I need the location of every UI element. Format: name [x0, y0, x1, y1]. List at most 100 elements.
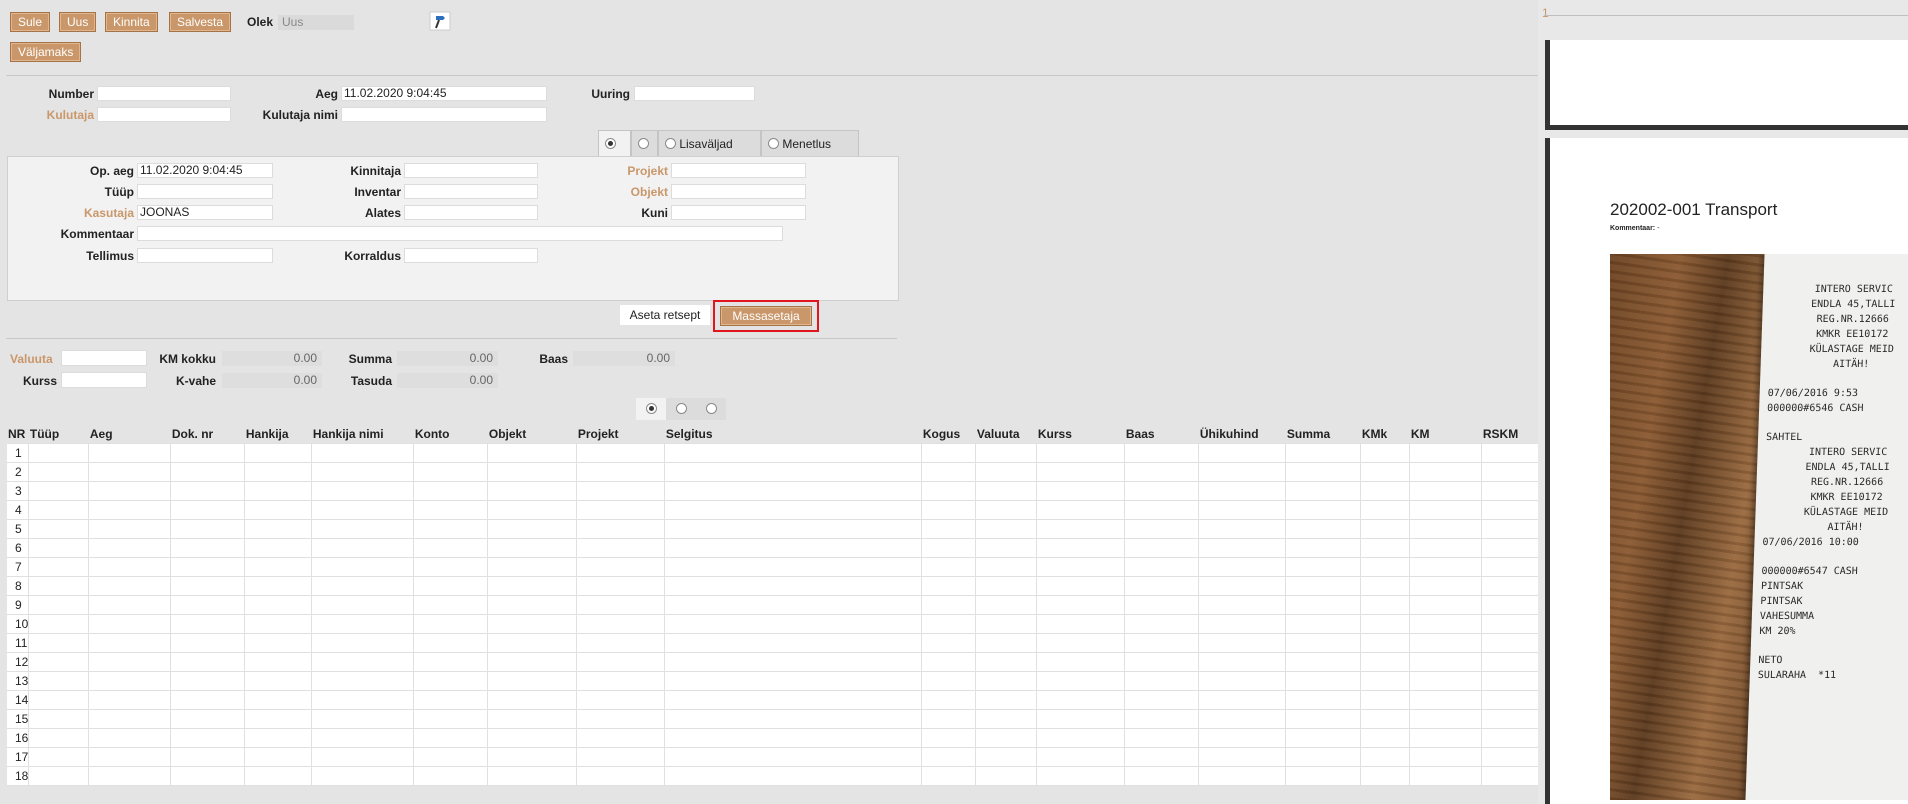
- table-cell[interactable]: [311, 709, 415, 729]
- table-cell[interactable]: [1124, 481, 1200, 501]
- table-cell[interactable]: [1198, 728, 1287, 748]
- table-cell[interactable]: [311, 747, 415, 767]
- table-cell[interactable]: [170, 709, 246, 729]
- table-cell[interactable]: [88, 538, 172, 558]
- table-cell[interactable]: [975, 766, 1038, 786]
- table-cell[interactable]: [1198, 671, 1287, 691]
- currency-input[interactable]: [61, 350, 147, 366]
- table-cell[interactable]: [88, 443, 172, 463]
- table-cell[interactable]: [1036, 690, 1126, 710]
- table-cell[interactable]: [921, 462, 977, 482]
- table-cell[interactable]: [244, 728, 313, 748]
- table-cell[interactable]: [1285, 595, 1362, 615]
- table-cell[interactable]: [413, 595, 489, 615]
- table-cell[interactable]: [576, 671, 666, 691]
- table-cell[interactable]: [1285, 519, 1362, 539]
- project-label[interactable]: Projekt: [580, 164, 668, 178]
- table-cell[interactable]: [664, 633, 923, 653]
- tab-processing[interactable]: Menetlus: [761, 130, 859, 156]
- table-cell[interactable]: [413, 747, 489, 767]
- table-cell[interactable]: [975, 671, 1038, 691]
- table-cell[interactable]: [1285, 538, 1362, 558]
- table-cell[interactable]: [1036, 766, 1126, 786]
- table-cell[interactable]: [244, 595, 313, 615]
- table-cell[interactable]: [244, 462, 313, 482]
- table-cell[interactable]: [413, 709, 489, 729]
- table-cell[interactable]: [88, 519, 172, 539]
- table-cell[interactable]: [1409, 519, 1483, 539]
- column-header[interactable]: Baas: [1124, 424, 1199, 444]
- table-cell[interactable]: [413, 462, 489, 482]
- table-cell[interactable]: [170, 652, 246, 672]
- table-cell[interactable]: [170, 728, 246, 748]
- table-cell[interactable]: [664, 728, 923, 748]
- table-cell[interactable]: [664, 709, 923, 729]
- column-header[interactable]: Projekt: [576, 424, 665, 444]
- table-cell[interactable]: [921, 576, 977, 596]
- table-cell[interactable]: [28, 443, 90, 463]
- table-cell[interactable]: [487, 576, 578, 596]
- table-cell[interactable]: [1036, 500, 1126, 520]
- table-cell[interactable]: [170, 519, 246, 539]
- confirmer-input[interactable]: [404, 163, 538, 178]
- table-cell[interactable]: [413, 443, 489, 463]
- table-cell[interactable]: [975, 557, 1038, 577]
- table-cell[interactable]: [664, 576, 923, 596]
- table-cell[interactable]: [170, 747, 246, 767]
- table-cell[interactable]: [1360, 728, 1411, 748]
- close-button[interactable]: Sule: [10, 12, 51, 32]
- table-cell[interactable]: [1198, 633, 1287, 653]
- table-cell[interactable]: [311, 614, 415, 634]
- table-cell[interactable]: [664, 671, 923, 691]
- table-cell[interactable]: [244, 614, 313, 634]
- column-header[interactable]: Dok. nr: [170, 424, 245, 444]
- table-cell[interactable]: [1036, 614, 1126, 634]
- table-cell[interactable]: [921, 671, 977, 691]
- table-cell[interactable]: [244, 652, 313, 672]
- table-cell[interactable]: [921, 481, 977, 501]
- table-cell[interactable]: [311, 538, 415, 558]
- table-cell[interactable]: [1036, 652, 1126, 672]
- table-cell[interactable]: [244, 557, 313, 577]
- grid-view-2[interactable]: [666, 398, 696, 420]
- table-cell[interactable]: [975, 500, 1038, 520]
- table-cell[interactable]: [1285, 633, 1362, 653]
- table-cell[interactable]: [28, 766, 90, 786]
- new-button[interactable]: Uus: [59, 12, 97, 32]
- table-cell[interactable]: [413, 766, 489, 786]
- table-cell[interactable]: [1198, 747, 1287, 767]
- table-cell[interactable]: [1285, 766, 1362, 786]
- table-cell[interactable]: [1360, 633, 1411, 653]
- table-cell[interactable]: [1360, 481, 1411, 501]
- table-cell[interactable]: [413, 671, 489, 691]
- table-cell[interactable]: [1285, 614, 1362, 634]
- table-cell[interactable]: [1409, 766, 1483, 786]
- table-cell[interactable]: [975, 462, 1038, 482]
- table-cell[interactable]: [975, 728, 1038, 748]
- column-header[interactable]: KM: [1409, 424, 1482, 444]
- table-cell[interactable]: [1198, 538, 1287, 558]
- save-button[interactable]: Salvesta: [169, 12, 232, 32]
- table-cell[interactable]: [1124, 557, 1200, 577]
- table-cell[interactable]: [1198, 462, 1287, 482]
- table-cell[interactable]: [1409, 557, 1483, 577]
- table-cell[interactable]: [921, 500, 977, 520]
- object-input[interactable]: [671, 184, 806, 199]
- table-cell[interactable]: [576, 614, 666, 634]
- table-cell[interactable]: [28, 500, 90, 520]
- table-cell[interactable]: [1036, 671, 1126, 691]
- table-cell[interactable]: [921, 443, 977, 463]
- table-cell[interactable]: [88, 652, 172, 672]
- table-cell[interactable]: [1360, 747, 1411, 767]
- table-cell[interactable]: [170, 462, 246, 482]
- confirm-button[interactable]: Kinnita: [105, 12, 158, 32]
- tab-extra-fields[interactable]: Lisaväljad: [658, 130, 761, 156]
- table-cell[interactable]: [1124, 690, 1200, 710]
- table-cell[interactable]: [1360, 709, 1411, 729]
- column-header[interactable]: Konto: [413, 424, 488, 444]
- order-input[interactable]: [137, 248, 273, 263]
- table-cell[interactable]: [487, 557, 578, 577]
- table-cell[interactable]: [576, 481, 666, 501]
- table-cell[interactable]: [487, 538, 578, 558]
- table-cell[interactable]: [576, 633, 666, 653]
